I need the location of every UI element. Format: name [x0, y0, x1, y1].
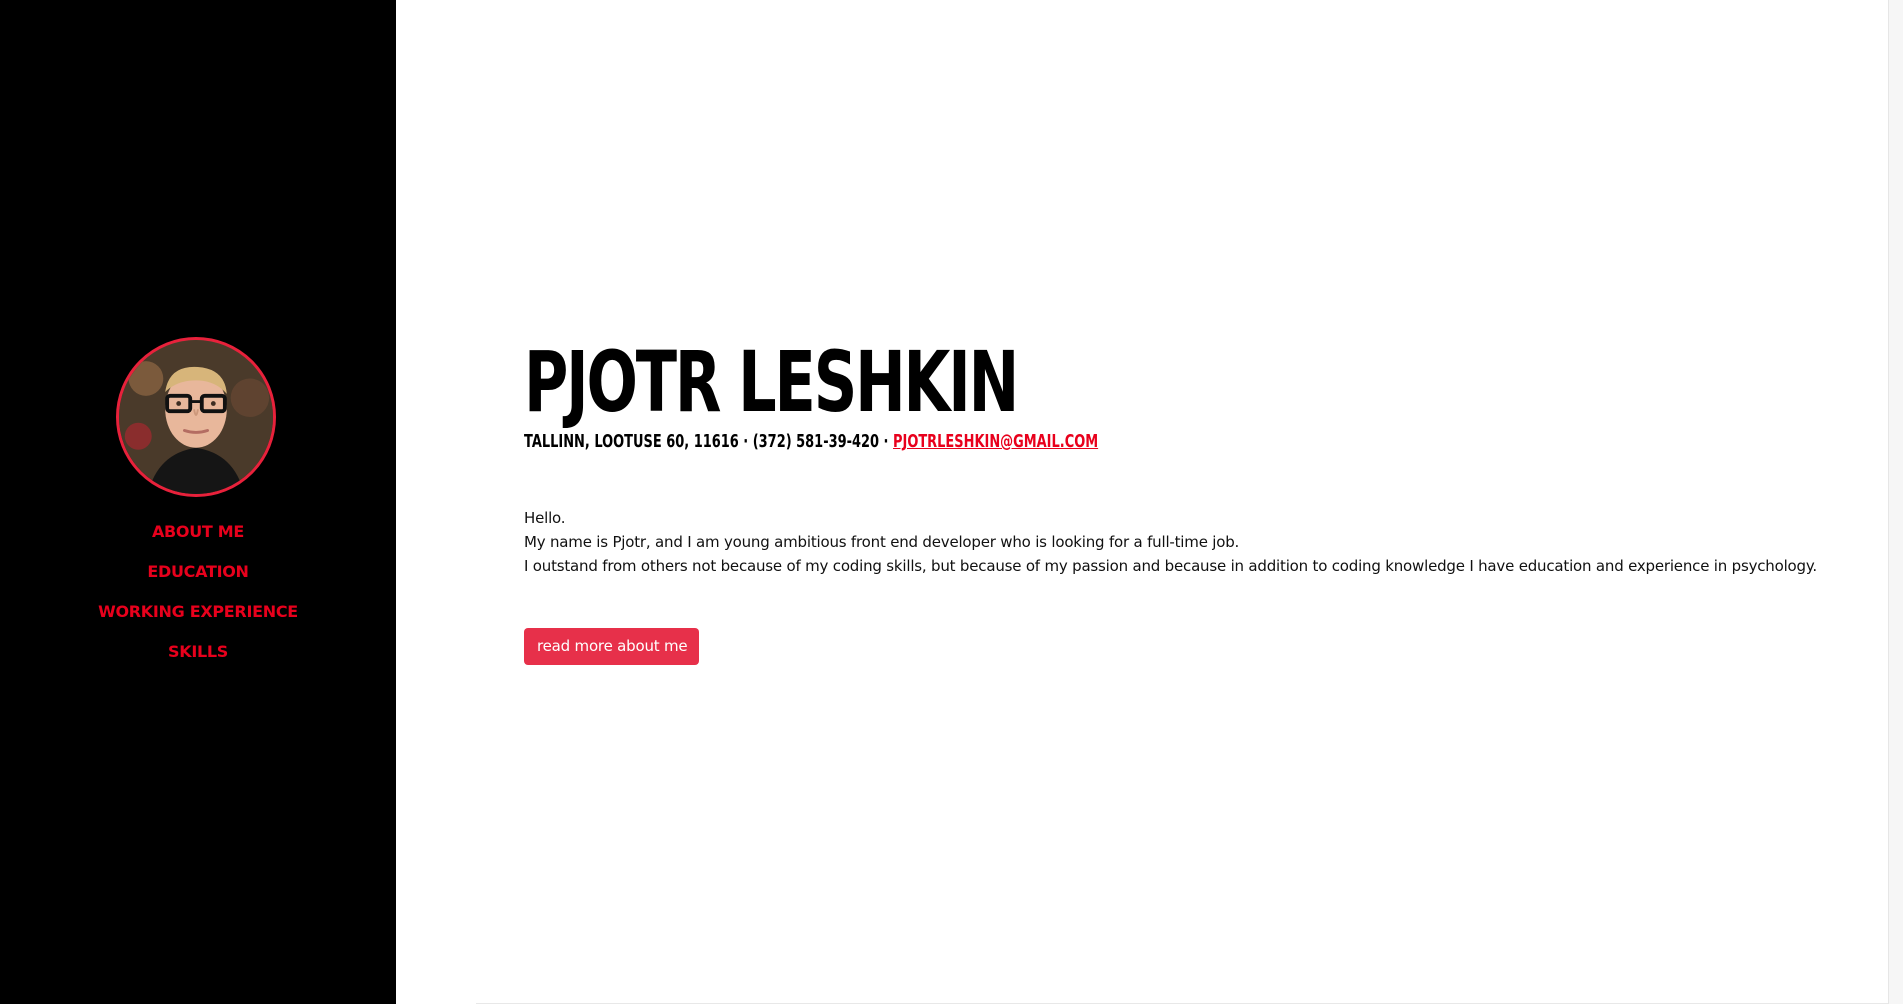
about-section: PJOTR LESHKIN TALLINN, LOOTUSE 60, 11616… — [524, 336, 1864, 665]
contact-line: TALLINN, LOOTUSE 60, 11616 · (372) 581-3… — [524, 430, 1489, 454]
vertical-scrollbar[interactable] — [1888, 0, 1903, 1004]
nav-item-working-experience: WORKING EXPERIENCE — [0, 600, 396, 640]
sidebar-nav: ABOUT ME EDUCATION WORKING EXPERIENCE SK… — [0, 520, 396, 680]
intro-text: Hello. My name is Pjotr, and I am young … — [524, 506, 1864, 578]
intro-line-3: I outstand from others not because of my… — [524, 557, 1817, 575]
nav-link-about-me[interactable]: ABOUT ME — [152, 520, 244, 544]
nav-item-skills: SKILLS — [0, 640, 396, 680]
sidebar: ABOUT ME EDUCATION WORKING EXPERIENCE SK… — [0, 0, 396, 1004]
avatar — [116, 337, 276, 497]
nav-item-about: ABOUT ME — [0, 520, 396, 560]
main-content: PJOTR LESHKIN TALLINN, LOOTUSE 60, 11616… — [396, 0, 1903, 1004]
intro-line-1: Hello. — [524, 509, 566, 527]
nav-link-education[interactable]: EDUCATION — [147, 560, 249, 584]
email-link[interactable]: PJOTRLESHKIN@GMAIL.COM — [893, 431, 1098, 452]
nav-link-working-experience[interactable]: WORKING EXPERIENCE — [98, 600, 298, 624]
phone-text: (372) 581-39-420 — [752, 431, 880, 452]
page-title: PJOTR LESHKIN — [524, 333, 1019, 431]
address-text: TALLINN, LOOTUSE 60, 11616 — [524, 431, 739, 452]
separator-1: · — [738, 431, 753, 452]
intro-line-2: My name is Pjotr, and I am young ambitio… — [524, 533, 1240, 551]
separator-2: · — [879, 431, 893, 452]
nav-item-education: EDUCATION — [0, 560, 396, 600]
page: ABOUT ME EDUCATION WORKING EXPERIENCE SK… — [0, 0, 1903, 1004]
nav-link-skills[interactable]: SKILLS — [168, 640, 228, 664]
avatar-photo — [119, 340, 273, 494]
read-more-button[interactable]: read more about me — [524, 628, 700, 665]
